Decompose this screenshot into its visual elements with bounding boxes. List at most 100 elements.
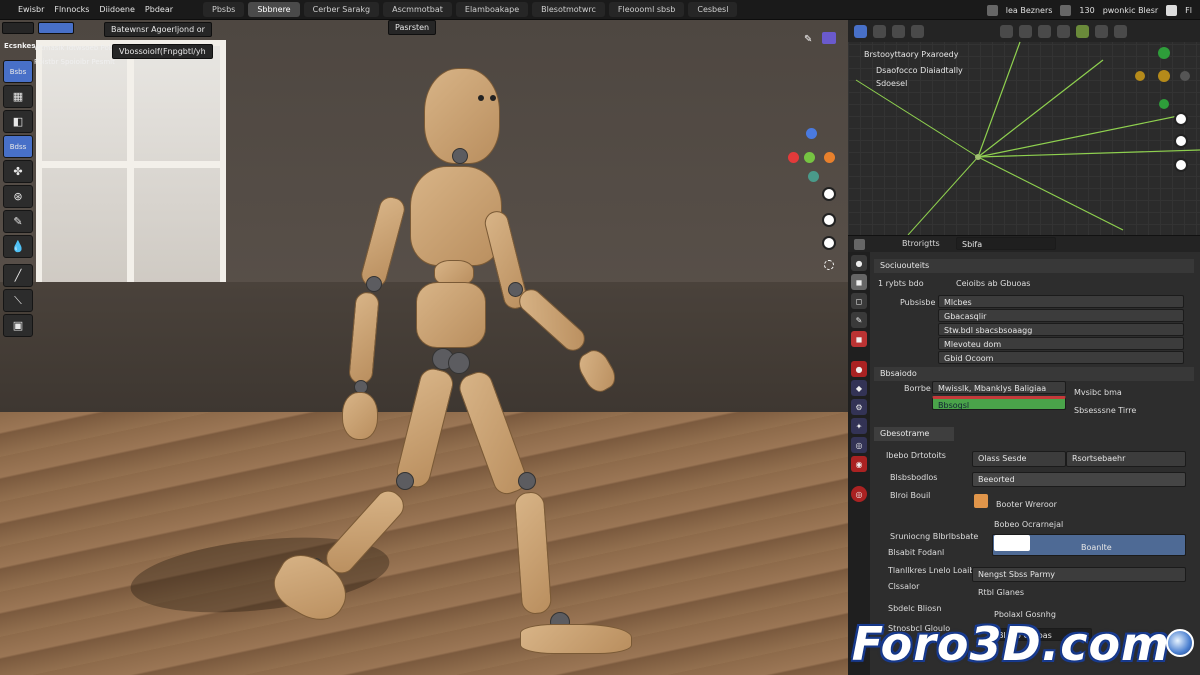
- gizmo-y-axis[interactable]: [804, 152, 815, 163]
- scene-label[interactable]: lea Bezners: [1006, 6, 1053, 15]
- workspace-tab-5[interactable]: Blesotmotwrc: [532, 2, 605, 17]
- workspace-tab-0[interactable]: Pbsbs: [203, 2, 245, 17]
- scene-icon[interactable]: [986, 4, 998, 16]
- left-col-0: Ibebo Drtotoits: [886, 451, 946, 460]
- workspace-tab-4[interactable]: Elamboakape: [455, 2, 529, 17]
- perspective-toggle-icon[interactable]: [824, 260, 834, 270]
- sub-label[interactable]: Nengst Sbss Parmy: [972, 567, 1186, 582]
- properties-tab-strip: ● ◼ ◻ ✎ ◼ ● ◆ ⚙ ✦ ◎ ◉ ◎: [848, 252, 870, 675]
- white-swatch[interactable]: [994, 535, 1030, 551]
- b-field[interactable]: Mwisslk, Mbanklys Baligiaa: [932, 381, 1066, 394]
- workspace-tab-6[interactable]: Fleoooml sbsb: [608, 2, 685, 17]
- tab-left[interactable]: Olass Sesde: [972, 451, 1066, 467]
- node-view-zoom[interactable]: [1174, 112, 1188, 126]
- tab-render-icon[interactable]: ◼: [851, 274, 867, 290]
- view-layer-icon[interactable]: [1060, 4, 1072, 16]
- mannequin-foot-right[interactable]: [520, 624, 632, 654]
- select-mode-button[interactable]: [38, 22, 74, 34]
- menu-item-1[interactable]: Flnnocks: [54, 5, 89, 14]
- tool-line[interactable]: ╱: [3, 264, 33, 287]
- row-b[interactable]: Bobeo Ocrarnejal: [994, 520, 1063, 529]
- render-view-icon[interactable]: ✎: [804, 34, 816, 45]
- topbar-end-label[interactable]: Fl: [1185, 6, 1192, 15]
- workspace-tab-1[interactable]: Sbbnere: [248, 2, 300, 17]
- gizmo-neg-y[interactable]: [808, 171, 819, 182]
- workspace-tab-2[interactable]: Cerber Sarakg: [303, 2, 380, 17]
- tool-scale[interactable]: ✤: [3, 160, 33, 183]
- tool-measure[interactable]: 💧: [3, 235, 33, 258]
- workspace-tab-7[interactable]: Cesbesl: [688, 2, 738, 17]
- menu-item-2[interactable]: Diidoene: [99, 5, 135, 14]
- property-item-1[interactable]: Gbacasqlir: [938, 309, 1184, 322]
- tool-cursor[interactable]: ▦: [3, 85, 33, 108]
- tab-material-icon[interactable]: ◎: [851, 486, 867, 502]
- tool-move[interactable]: ◧: [3, 110, 33, 133]
- properties-panel: Btrorigtts Sbifa ● ◼ ◻ ✎ ◼ ● ◆ ⚙ ✦ ◎ ◉ ◎…: [848, 235, 1200, 675]
- zoom-button[interactable]: [822, 187, 836, 201]
- node-view-pan[interactable]: [1174, 134, 1188, 148]
- b-selected-field[interactable]: Bbsogsl: [932, 396, 1066, 410]
- property-row-label: 1 rybts bdo: [878, 279, 924, 288]
- editor-type-button[interactable]: [2, 22, 34, 34]
- property-item-4[interactable]: Gbid Ocoom: [938, 351, 1184, 364]
- overlay-field[interactable]: Vbossoiolf(Fnpgbtl/yh: [112, 44, 213, 59]
- overlay-line-2: Pbistbr Spoioibr Pesmlt: [34, 58, 115, 66]
- b-right-2: Sbsesssne Tirre: [1074, 406, 1137, 415]
- tab-scene-icon[interactable]: ◼: [851, 331, 867, 347]
- section-header-3[interactable]: Gbesotrame: [874, 427, 954, 441]
- overlay-toggle-icon[interactable]: [822, 32, 836, 44]
- tab-world-icon[interactable]: ●: [851, 361, 867, 377]
- mannequin-upper-arm-left[interactable]: [358, 194, 408, 290]
- sub-value: Rtbl Glanes: [978, 588, 1025, 597]
- left-col-3: Sruniocng Blbrlbsbate: [890, 532, 979, 541]
- tool-transform[interactable]: ⊛: [3, 185, 33, 208]
- properties-editor-icon[interactable]: [854, 239, 865, 250]
- properties-title: Btrorigtts: [902, 239, 940, 248]
- tool-annotate[interactable]: ✎: [3, 210, 33, 233]
- workspace-tab-3[interactable]: Ascmmotbat: [383, 2, 452, 17]
- node-view-frame[interactable]: [1174, 158, 1188, 172]
- 3d-viewport[interactable]: Batewnsr Agoerljond or Wtmasik Idtwsoeb …: [0, 20, 848, 675]
- gizmo-neg-x[interactable]: [824, 152, 835, 163]
- tab-output-icon[interactable]: ◻: [851, 293, 867, 309]
- b-label: Borrbe: [904, 384, 931, 393]
- camera-button[interactable]: [822, 236, 836, 250]
- menu-item-0[interactable]: Ewisbr: [18, 5, 44, 14]
- section-header-2[interactable]: Bbsaiodo: [874, 367, 1194, 381]
- menu-item-3[interactable]: Pbdear: [145, 5, 173, 14]
- mannequin-hand-left[interactable]: [342, 392, 378, 440]
- tab-constraints-icon[interactable]: ◉: [851, 456, 867, 472]
- tab-particles-icon[interactable]: ✦: [851, 418, 867, 434]
- row-a[interactable]: Booter Wreroor: [996, 500, 1057, 509]
- mannequin-pelvis[interactable]: [416, 282, 486, 348]
- tool-add-cube[interactable]: ▣: [3, 314, 33, 337]
- section-header-1[interactable]: Sociuouteits: [874, 259, 1194, 273]
- header-dropdown[interactable]: Batewnsr Agoerljond or: [104, 22, 212, 37]
- tab-physics-icon[interactable]: ◎: [851, 437, 867, 453]
- tab-modifier-icon[interactable]: ⚙: [851, 399, 867, 415]
- document-icon[interactable]: [1166, 4, 1178, 16]
- pan-button[interactable]: [822, 213, 836, 227]
- tool-knife[interactable]: ⟍: [3, 289, 33, 312]
- property-item-0[interactable]: Mlcbes: [938, 295, 1184, 308]
- node-editor-panel[interactable]: Brstooyttaory Pxaroedy Dsaofocco Diaiadt…: [848, 20, 1200, 235]
- tool-rotate[interactable]: Bdss: [3, 135, 33, 158]
- properties-header: Btrorigtts Sbifa: [848, 236, 1200, 252]
- tab-view-layer-icon[interactable]: ✎: [851, 312, 867, 328]
- property-item-3[interactable]: Mlevoteu dom: [938, 337, 1184, 350]
- tab-tool-icon[interactable]: ●: [851, 255, 867, 271]
- color-swatch[interactable]: [974, 494, 988, 508]
- property-item-2[interactable]: Stw.bdl sbacsbsoaagg: [938, 323, 1184, 336]
- gizmo-z-axis[interactable]: [806, 128, 817, 139]
- viewpoint-dropdown[interactable]: Pasrsten: [388, 20, 437, 35]
- properties-search[interactable]: Sbifa: [956, 237, 1056, 250]
- tab-right[interactable]: Rsortsebaehr: [1066, 451, 1186, 467]
- property-row-value: Ceioibs ab Gbuoas: [956, 279, 1031, 288]
- mode-label[interactable]: Ecsnkes: [4, 42, 35, 50]
- left-col-7: Sbdelc Bliosn: [888, 604, 942, 613]
- gizmo-x-axis[interactable]: [788, 152, 799, 163]
- tab-object-icon[interactable]: ◆: [851, 380, 867, 396]
- material-dropdown[interactable]: Beeorted: [972, 472, 1186, 487]
- tool-select[interactable]: Bsbs: [3, 60, 33, 83]
- render-engine-label[interactable]: pwonkic Blesr: [1103, 6, 1158, 15]
